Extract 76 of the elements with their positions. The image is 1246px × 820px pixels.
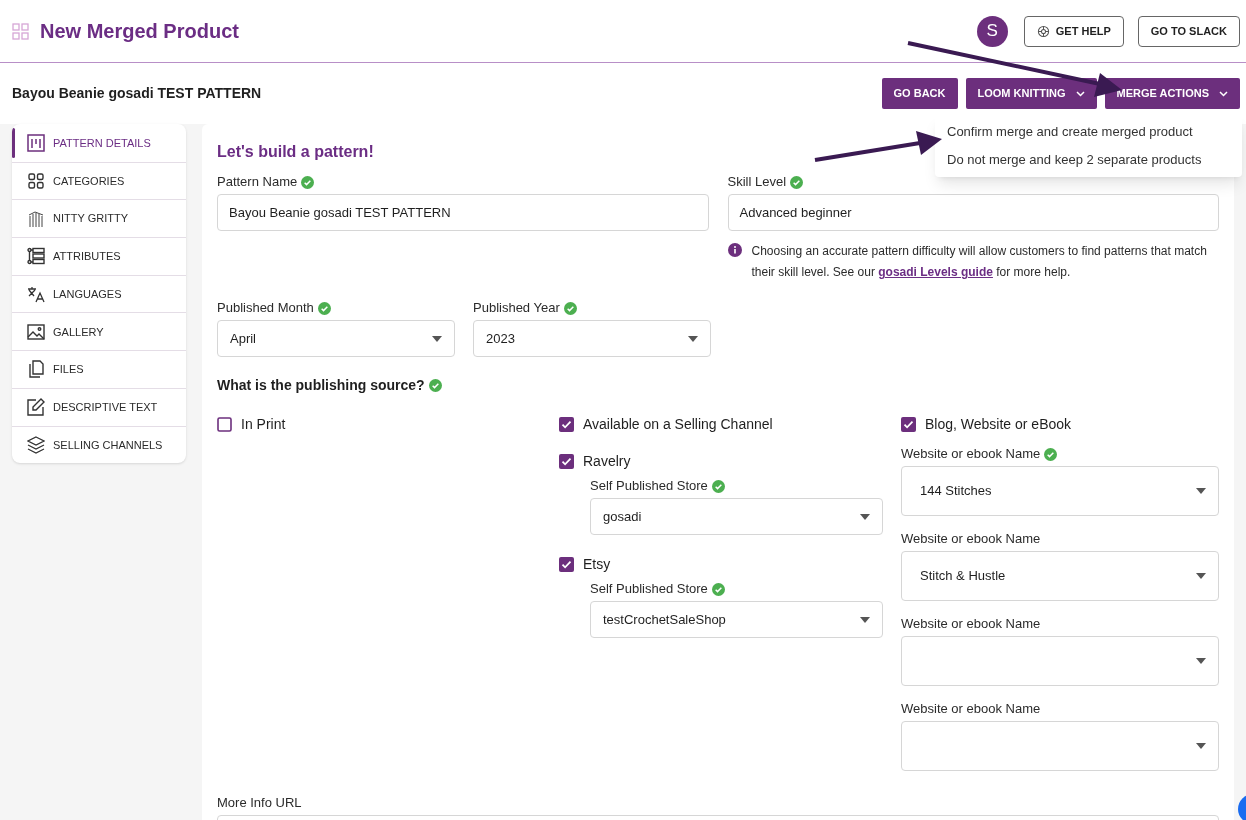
checkbox-label: Ravelry xyxy=(583,451,631,471)
field-label: Pattern Name xyxy=(217,173,298,192)
list-icon xyxy=(27,247,45,266)
field-label: Self Published Store xyxy=(590,477,708,496)
grid-icon xyxy=(12,22,29,40)
select-field[interactable]: gosadi xyxy=(590,498,883,535)
files-icon xyxy=(27,360,45,379)
sidebar-item[interactable]: ATTRIBUTES xyxy=(12,237,186,275)
sidebar-item[interactable]: PATTERN DETAILS xyxy=(12,124,186,162)
caret-icon xyxy=(688,335,698,342)
sidebar-item[interactable]: DESCRIPTIVE TEXT xyxy=(12,387,186,426)
input-field[interactable]: Advanced beginner xyxy=(727,194,1219,231)
checkbox-label: Etsy xyxy=(583,554,611,574)
field-label: Website or ebook Name xyxy=(901,615,1041,634)
caret-icon xyxy=(1196,743,1206,749)
menu-item[interactable]: Confirm merge and create merged product xyxy=(935,118,1242,146)
checkbox[interactable] xyxy=(559,416,574,432)
pattern-icon xyxy=(27,133,45,152)
checkbox[interactable] xyxy=(901,416,916,432)
caret-icon xyxy=(1196,488,1206,494)
sidebar-item[interactable]: GALLERY xyxy=(12,312,186,351)
field-label: Skill Level xyxy=(727,173,787,192)
caret-icon xyxy=(432,335,442,342)
menu-item[interactable]: Do not merge and keep 2 separate products xyxy=(935,146,1242,174)
chevron-icon xyxy=(1075,90,1085,97)
info-text: Choosing an accurate pattern difficulty will allow customers to find patterns that match their skill level. See our gosadi Levels guide for more help. xyxy=(751,243,1208,281)
image-icon xyxy=(27,322,45,341)
page-title: New Merged Product xyxy=(40,19,239,44)
checkbox[interactable] xyxy=(559,556,574,572)
sidebar-item[interactable]: NITTY GRITTY xyxy=(12,199,186,238)
help-button[interactable]: GET HELP xyxy=(1023,15,1124,47)
action-button[interactable]: GO BACK xyxy=(881,78,958,109)
field-label: Website or ebook Name xyxy=(901,445,1041,464)
select-field[interactable] xyxy=(901,721,1219,771)
caret-icon xyxy=(1196,573,1206,579)
sidebar-item[interactable]: SELLING CHANNELS xyxy=(12,425,186,464)
caret-icon xyxy=(860,616,870,623)
layers-icon xyxy=(27,435,45,454)
sidebar-item[interactable]: CATEGORIES xyxy=(12,161,186,200)
categories-icon xyxy=(27,172,45,191)
user-avatar[interactable]: S xyxy=(976,15,1008,47)
field-label: Published Month xyxy=(217,299,314,318)
select-field[interactable]: testCrochetSaleShop xyxy=(590,601,883,638)
select-field[interactable] xyxy=(901,636,1219,686)
select-field[interactable]: April xyxy=(217,320,455,357)
checkbox[interactable] xyxy=(559,453,574,469)
input-field[interactable]: Bayou Beanie gosadi TEST PATTERN xyxy=(217,194,709,231)
sidebar-item[interactable]: FILES xyxy=(12,350,186,388)
caret-icon xyxy=(1196,658,1206,664)
checkbox-label: Blog, Website or eBook xyxy=(925,414,1072,434)
caret-icon xyxy=(860,513,870,520)
guide-link[interactable]: gosadi Levels guide xyxy=(878,265,993,279)
info-icon xyxy=(727,243,742,257)
checkbox-label: Available on a Selling Channel xyxy=(583,414,773,434)
sidebar-item[interactable]: LANGUAGES xyxy=(12,274,186,313)
field-label: Self Published Store xyxy=(590,580,708,599)
field-label: Website or ebook Name xyxy=(901,530,1041,549)
checkbox[interactable] xyxy=(217,416,232,432)
checkbox-label: In Print xyxy=(241,414,286,434)
form-heading: Let's build a pattern! xyxy=(217,142,374,162)
field-label: More Info URL xyxy=(217,794,302,813)
dropdown-button[interactable]: LOOM KNITTING xyxy=(965,78,1097,109)
chevron-icon xyxy=(1219,90,1228,97)
knitting-icon xyxy=(27,209,45,228)
edit-icon xyxy=(27,398,45,417)
header-button[interactable]: GO TO SLACK xyxy=(1137,15,1240,47)
select-field[interactable]: 2023 xyxy=(473,320,711,357)
product-title: Bayou Beanie gosadi TEST PATTERN xyxy=(12,84,262,103)
field-label: Website or ebook Name xyxy=(901,700,1041,719)
dropdown-button[interactable]: MERGE ACTIONS xyxy=(1104,78,1240,109)
translate-icon xyxy=(27,285,45,304)
section-heading: What is the publishing source? xyxy=(217,376,425,395)
help-icon xyxy=(1036,24,1050,38)
field-label: Published Year xyxy=(473,299,560,318)
select-field[interactable]: Stitch & Hustle xyxy=(901,551,1219,601)
select-field[interactable]: 144 Stitches xyxy=(901,466,1219,516)
